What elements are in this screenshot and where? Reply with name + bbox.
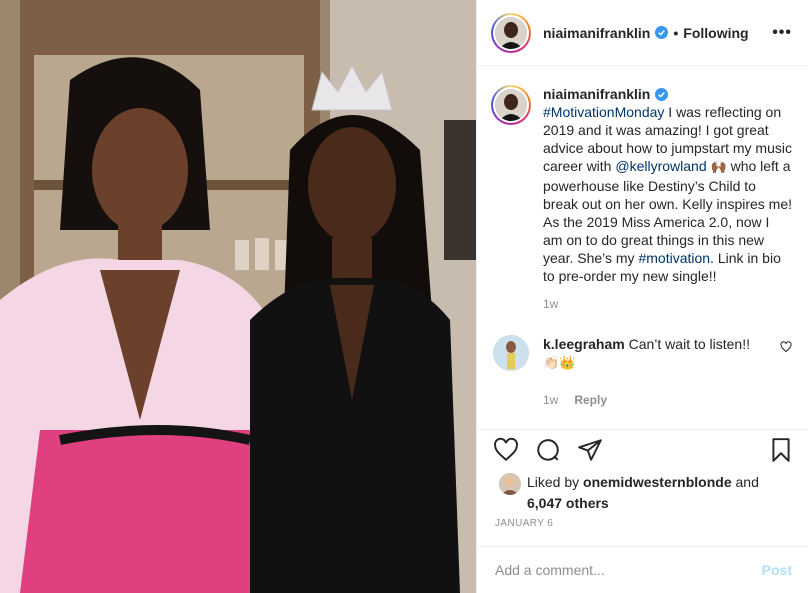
- post-date[interactable]: JANUARY 6: [495, 518, 553, 529]
- caption-avatar-image: [495, 89, 527, 121]
- more-options-icon[interactable]: •••: [772, 24, 792, 42]
- post-header: niaimanifranklin • Following •••: [477, 0, 808, 66]
- following-button[interactable]: Following: [683, 25, 748, 41]
- comments-section: niaimanifranklin #MotivationMonday I was…: [477, 67, 808, 429]
- hashtag-link[interactable]: #MotivationMonday: [543, 104, 664, 120]
- likes-summary: Liked by onemidwesternblonde and 6,047 o…: [499, 472, 759, 514]
- share-paper-plane-icon[interactable]: [577, 437, 603, 463]
- caption-body: niaimanifranklin #MotivationMonday I was…: [543, 85, 792, 313]
- reply-button[interactable]: Reply: [574, 391, 607, 409]
- comment-text: Can’t wait to listen!!: [628, 336, 750, 352]
- likes-connector: and: [731, 474, 759, 490]
- verified-badge-icon: [655, 88, 669, 101]
- likes-count[interactable]: 6,047 others: [527, 495, 609, 511]
- hashtag-link-2[interactable]: #motivation: [638, 250, 710, 266]
- mention-link[interactable]: @kellyrowland: [615, 158, 706, 174]
- caption-emoji: 🙌🏾: [710, 160, 727, 175]
- likes-text: Liked by onemidwesternblonde and 6,047 o…: [527, 472, 759, 514]
- post-photo[interactable]: [0, 0, 476, 593]
- author-avatar[interactable]: [491, 12, 531, 53]
- caption: niaimanifranklin #MotivationMonday I was…: [491, 85, 792, 313]
- liker-avatar-image: [499, 473, 521, 495]
- comment-emoji: 👏🏻👑: [543, 356, 576, 371]
- caption-avatar[interactable]: [491, 85, 531, 125]
- like-comment-heart-icon[interactable]: [780, 341, 792, 353]
- post-side-panel: niaimanifranklin • Following ••• niaiman…: [476, 0, 808, 593]
- instagram-post: niaimanifranklin • Following ••• niaiman…: [0, 0, 808, 593]
- add-comment-bar: Post: [477, 546, 808, 593]
- caption-time[interactable]: 1w: [543, 295, 792, 313]
- comment-body: k.leegraham Can’t wait to listen!! 👏🏻👑 1…: [543, 335, 773, 409]
- likes-prefix: Liked by: [527, 474, 584, 490]
- photo-illustration: [0, 0, 476, 593]
- comment-bubble-icon[interactable]: [535, 437, 561, 463]
- commenter-username[interactable]: k.leegraham: [543, 336, 625, 352]
- verified-badge-icon: [655, 26, 669, 39]
- commenter-avatar-image: [493, 335, 529, 371]
- comment-time[interactable]: 1w: [543, 391, 558, 409]
- add-comment-input[interactable]: [495, 562, 762, 578]
- liker-username[interactable]: onemidwesternblonde: [583, 474, 732, 490]
- post-comment-button[interactable]: Post: [762, 562, 792, 578]
- liker-avatar[interactable]: [499, 473, 521, 495]
- action-bar: [477, 429, 808, 469]
- caption-username[interactable]: niaimanifranklin: [543, 86, 650, 102]
- save-bookmark-icon[interactable]: [768, 437, 794, 463]
- comment-item: k.leegraham Can’t wait to listen!! 👏🏻👑 1…: [491, 335, 792, 409]
- header-separator: •: [673, 24, 679, 41]
- commenter-avatar[interactable]: [493, 335, 529, 371]
- author-avatar-image: [495, 16, 527, 49]
- author-username[interactable]: niaimanifranklin: [543, 25, 650, 41]
- comment-meta: 1w Reply: [543, 391, 773, 409]
- like-heart-icon[interactable]: [493, 437, 519, 463]
